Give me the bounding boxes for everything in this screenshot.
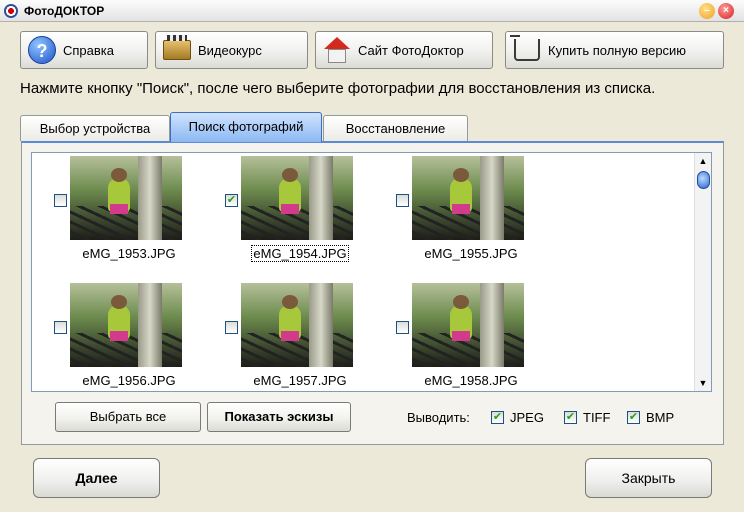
format-bmp[interactable]: ✔ BMP (627, 410, 674, 425)
tiff-label: TIFF (583, 410, 611, 425)
app-logo-icon (4, 4, 18, 18)
output-label: Выводить: (407, 410, 470, 425)
film-clapper-icon (162, 35, 192, 65)
select-all-button[interactable]: Выбрать все (55, 402, 201, 432)
photo-thumbnail (70, 156, 182, 240)
help-button-label: Справка (63, 42, 114, 58)
help-icon: ? (27, 35, 57, 65)
scroll-down-icon[interactable]: ▼ (695, 375, 711, 391)
scroll-thumb[interactable] (697, 171, 710, 189)
photo-filename: eMG_1956.JPG (82, 373, 176, 388)
photo-list[interactable]: eMG_1953.JPG ✔ eMG_1954.JPG eMG_1955.JPG… (31, 152, 712, 392)
close-button[interactable]: Закрыть (585, 458, 712, 498)
photo-checkbox[interactable] (54, 194, 67, 207)
photo-thumbnail (412, 283, 524, 367)
photo-checkbox[interactable] (396, 194, 409, 207)
format-jpeg[interactable]: ✔ JPEG (491, 410, 544, 425)
title-bar: ФотоДОКТОР – × (0, 0, 744, 22)
website-button[interactable]: Сайт ФотоДоктор (315, 31, 493, 69)
photo-thumbnail (241, 156, 353, 240)
photo-item[interactable]: eMG_1953.JPG (54, 156, 204, 266)
photo-thumbnail (241, 283, 353, 367)
cart-icon (510, 35, 542, 65)
bmp-label: BMP (646, 410, 675, 425)
tab-photo-search[interactable]: Поиск фотографий (170, 112, 322, 142)
buy-button-label: Купить полную версию (548, 42, 687, 58)
photo-item[interactable]: eMG_1956.JPG (54, 283, 204, 391)
buy-full-version-button[interactable]: Купить полную версию (505, 31, 724, 69)
photo-filename: eMG_1957.JPG (253, 373, 347, 388)
next-button[interactable]: Далее (33, 458, 160, 498)
window-title: ФотоДОКТОР (24, 4, 105, 18)
instruction-text: Нажмите кнопку "Поиск", после чего выбер… (20, 80, 656, 97)
photo-filename: eMG_1958.JPG (424, 373, 518, 388)
close-window-button[interactable]: × (718, 3, 734, 19)
photo-item[interactable]: eMG_1957.JPG (225, 283, 375, 391)
tab-device-selection[interactable]: Выбор устройства (20, 115, 170, 141)
photo-item[interactable]: ✔ eMG_1954.JPG (225, 156, 375, 266)
jpeg-label: JPEG (510, 410, 544, 425)
photo-item[interactable]: eMG_1958.JPG (396, 283, 546, 391)
scroll-up-icon[interactable]: ▲ (695, 153, 711, 169)
minimize-button[interactable]: – (699, 3, 715, 19)
photo-thumbnail (412, 156, 524, 240)
photo-filename: eMG_1953.JPG (82, 246, 176, 261)
house-icon (322, 35, 352, 65)
help-button[interactable]: ? Справка (20, 31, 148, 69)
photo-checkbox[interactable] (54, 321, 67, 334)
tab-recovery[interactable]: Восстановление (323, 115, 468, 141)
video-course-label: Видеокурс (198, 42, 262, 58)
jpeg-checkbox[interactable]: ✔ (491, 411, 504, 424)
video-course-button[interactable]: Видеокурс (155, 31, 308, 69)
app-window: ФотоДОКТОР – × ? Справка Видеокурс Сайт … (0, 0, 744, 512)
format-tiff[interactable]: ✔ TIFF (564, 410, 610, 425)
photo-checkbox[interactable] (396, 321, 409, 334)
photo-filename: eMG_1955.JPG (424, 246, 518, 261)
photo-item[interactable]: eMG_1955.JPG (396, 156, 546, 266)
show-thumbnails-button[interactable]: Показать эскизы (207, 402, 351, 432)
list-scrollbar[interactable]: ▲ ▼ (694, 153, 711, 391)
tiff-checkbox[interactable]: ✔ (564, 411, 577, 424)
photo-filename: eMG_1954.JPG (251, 245, 349, 262)
photo-thumbnail (70, 283, 182, 367)
photo-checkbox[interactable]: ✔ (225, 194, 238, 207)
bmp-checkbox[interactable]: ✔ (627, 411, 640, 424)
photo-checkbox[interactable] (225, 321, 238, 334)
website-button-label: Сайт ФотоДоктор (358, 42, 464, 58)
